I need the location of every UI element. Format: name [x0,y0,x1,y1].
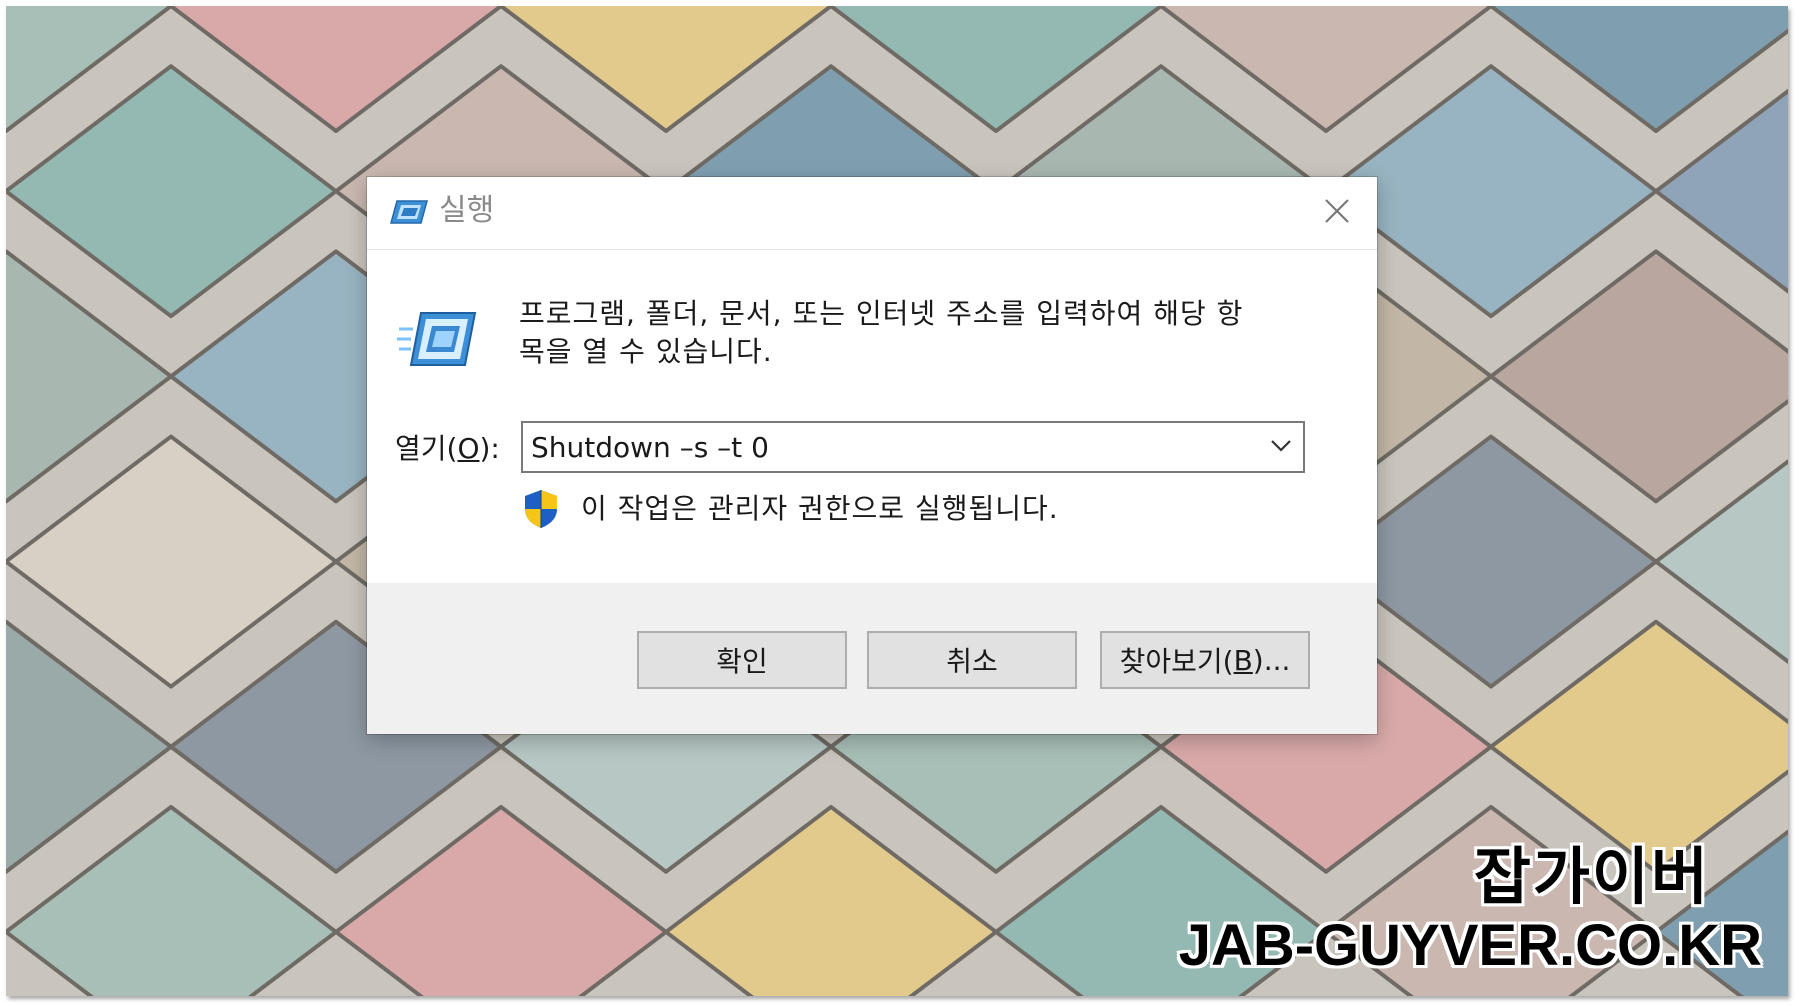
close-button[interactable] [1315,191,1359,235]
dialog-footer: 확인 취소 찾아보기(B)... [367,583,1377,734]
open-input[interactable] [531,427,1231,467]
run-dialog: 실행 프로그램, 폴더, 문서, 또는 인터넷 주소를 입력하여 해당 항 목을… [367,177,1377,734]
close-icon [1324,198,1350,228]
browse-label-prefix: 찾아보기( [1119,645,1234,678]
wallpaper-tile [1489,249,1788,504]
open-label-prefix: 열기( [395,432,458,465]
screenshot-frame: 실행 프로그램, 폴더, 문서, 또는 인터넷 주소를 입력하여 해당 항 목을… [0,0,1800,1007]
dropdown-button[interactable] [1265,431,1297,463]
browse-accesskey: B [1233,643,1253,677]
run-program-icon [397,307,479,371]
open-label-suffix: ): [479,432,500,465]
uac-shield-icon [523,489,559,529]
dialog-title: 실행 [439,193,495,228]
instructions-line: 목을 열 수 있습니다. [519,335,773,368]
ok-button[interactable]: 확인 [637,631,847,689]
instructions-line: 프로그램, 폴더, 문서, 또는 인터넷 주소를 입력하여 해당 항 [519,297,1244,330]
browse-button[interactable]: 찾아보기(B)... [1100,631,1310,689]
wallpaper-tile [6,434,338,689]
open-label: 열기(O): [395,429,500,469]
open-label-accesskey: O [457,432,480,465]
title-bar: 실행 [367,177,1377,250]
cancel-button[interactable]: 취소 [867,631,1077,689]
watermark-korean: 잡가이버 [1473,840,1710,913]
admin-note: 이 작업은 관리자 권한으로 실행됩니다. [581,492,1059,525]
browse-label-suffix: )... [1252,643,1291,677]
watermark-url: JAB-GUYVER.CO.KR [1178,913,1762,978]
run-icon [389,197,429,227]
open-combobox[interactable] [521,421,1305,473]
instructions-text: 프로그램, 폴더, 문서, 또는 인터넷 주소를 입력하여 해당 항 목을 열 … [519,295,1329,371]
chevron-down-icon [1270,438,1292,457]
wallpaper-tile [6,64,338,319]
